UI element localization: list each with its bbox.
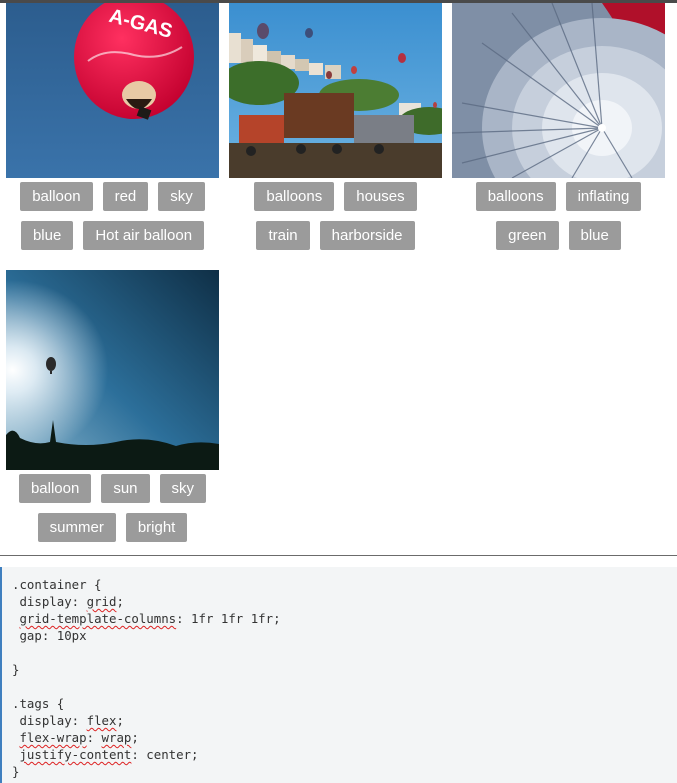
tag[interactable]: summer <box>37 513 116 542</box>
code-line: } <box>2 661 677 678</box>
code-line: gap: 10px <box>2 627 677 644</box>
flagged-token: wrap <box>101 730 132 745</box>
code-line: justify-content: center; <box>2 746 677 763</box>
tag[interactable]: balloons <box>254 182 335 211</box>
tag[interactable]: Hot air balloon <box>83 221 205 250</box>
code-line: .container { <box>2 576 677 593</box>
flagged-token: grid <box>86 594 117 609</box>
tag-list: balloon red sky blue Hot air balloon <box>6 178 219 260</box>
code-token: ; <box>131 730 139 745</box>
code-token: display: <box>12 713 87 728</box>
tag-list: balloon sun sky summer bright <box>6 470 219 552</box>
code-token: : 1fr 1fr 1fr; <box>176 611 281 626</box>
tag[interactable]: green <box>496 221 559 250</box>
code-token: } <box>12 764 20 779</box>
hot-air-balloon-photo[interactable]: A-GAS <box>6 3 219 178</box>
tag[interactable]: sun <box>101 474 150 503</box>
tag[interactable]: balloons <box>475 182 556 211</box>
tag[interactable]: train <box>256 221 310 250</box>
code-line: display: flex; <box>2 712 677 729</box>
section-divider <box>0 555 677 556</box>
code-token: } <box>12 662 20 677</box>
tag[interactable]: houses <box>344 182 417 211</box>
tag[interactable]: red <box>102 182 149 211</box>
code-token: : center; <box>131 747 199 762</box>
gallery-card-4: balloon sun sky summer bright <box>6 270 219 552</box>
code-token: .tags { <box>12 696 65 711</box>
tag[interactable]: inflating <box>565 182 642 211</box>
code-token: .container { <box>12 577 102 592</box>
css-code-panel[interactable]: .container { display: grid; grid-templat… <box>0 567 677 783</box>
tag[interactable]: bright <box>125 513 188 542</box>
code-token: : <box>86 730 102 745</box>
code-line: flex-wrap: wrap; <box>2 729 677 746</box>
balloon-inflating-photo[interactable] <box>452 3 665 178</box>
train-and-balloons-photo[interactable] <box>229 3 442 178</box>
flagged-token: flex <box>86 713 117 728</box>
code-token: ; <box>116 594 124 609</box>
flagged-token: justify-content <box>19 747 132 762</box>
code-token: display: <box>12 594 87 609</box>
flagged-token: grid-template-columns <box>19 611 177 626</box>
gallery-card-3: balloons inflating green blue <box>452 3 665 260</box>
code-line: grid-template-columns: 1fr 1fr 1fr; <box>2 610 677 627</box>
flagged-token: flex-wrap <box>19 730 87 745</box>
tag-list: balloons houses train harborside <box>229 178 442 260</box>
gallery-grid: A-GAS balloon red sky blue Hot air ballo… <box>6 3 666 552</box>
code-token: gap: 10px <box>12 628 87 643</box>
tag[interactable]: sky <box>159 474 207 503</box>
tag[interactable]: balloon <box>18 474 92 503</box>
gallery-card-2: balloons houses train harborside <box>229 3 442 260</box>
code-token: ; <box>116 713 124 728</box>
tag-list: balloons inflating green blue <box>452 178 665 260</box>
code-line: display: grid; <box>2 593 677 610</box>
tag[interactable]: sky <box>158 182 205 211</box>
balloon-sunburst-photo[interactable] <box>6 270 219 470</box>
tag[interactable]: blue <box>568 221 621 250</box>
gallery-card-1: A-GAS balloon red sky blue Hot air ballo… <box>6 3 219 260</box>
code-line: } <box>2 763 677 780</box>
tag[interactable]: harborside <box>319 221 415 250</box>
tag[interactable]: blue <box>20 221 74 250</box>
tag[interactable]: balloon <box>20 182 93 211</box>
code-line: .tags { <box>2 695 677 712</box>
